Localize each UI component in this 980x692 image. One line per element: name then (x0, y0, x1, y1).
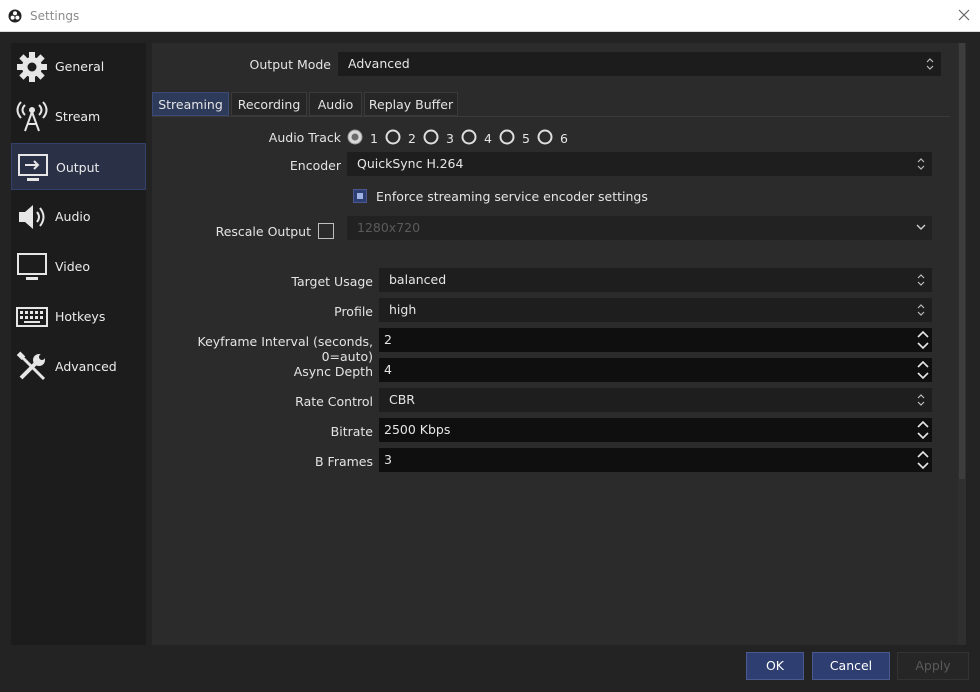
updown-arrow-icon (917, 274, 925, 286)
sidebar-item-output[interactable]: Output (11, 143, 146, 190)
async-depth-spinbox[interactable]: 4 (379, 358, 932, 382)
vertical-scrollbar[interactable] (958, 43, 966, 645)
radio-track-4[interactable] (461, 129, 477, 145)
spin-arrows-icon[interactable] (916, 330, 930, 350)
b-frames-spinbox[interactable]: 3 (379, 448, 932, 472)
antenna-icon (16, 101, 48, 132)
sidebar-item-general[interactable]: General (11, 43, 146, 90)
target-usage-label: Target Usage (291, 274, 373, 289)
gear-icon (17, 52, 47, 82)
target-usage-select[interactable]: balanced (379, 268, 932, 292)
radio-label-6: 6 (560, 131, 568, 146)
radio-label-2: 2 (408, 131, 416, 146)
async-depth-label: Async Depth (293, 364, 373, 379)
output-mode-label: Output Mode (249, 57, 331, 72)
spin-arrows-icon[interactable] (916, 360, 930, 380)
sidebar-item-label: General (55, 59, 105, 74)
tab-audio[interactable]: Audio (309, 92, 362, 116)
sidebar-item-label: Advanced (55, 359, 117, 374)
tools-icon (16, 351, 46, 381)
monitor-icon (17, 253, 47, 280)
speaker-icon (19, 205, 45, 229)
spin-arrows-icon[interactable] (916, 450, 930, 470)
tab-streaming[interactable]: Streaming (152, 92, 229, 116)
rate-control-value: CBR (389, 392, 415, 407)
tab-recording[interactable]: Recording (231, 92, 307, 116)
rate-control-select[interactable]: CBR (379, 388, 932, 412)
sidebar-item-label: Audio (55, 209, 91, 224)
bitrate-label: Bitrate (330, 424, 373, 439)
encoder-select[interactable]: QuickSync H.264 (347, 152, 932, 176)
sidebar-item-label: Stream (55, 109, 101, 124)
cancel-button[interactable]: Cancel (812, 652, 890, 680)
radio-track-5[interactable] (499, 129, 515, 145)
sidebar-item-label: Video (55, 259, 91, 274)
sidebar-item-audio[interactable]: Audio (11, 193, 146, 240)
bitrate-value: 2500 Kbps (384, 422, 451, 437)
output-mode-select[interactable]: Advanced (338, 52, 941, 76)
sidebar-item-stream[interactable]: Stream (11, 93, 146, 140)
chevron-down-icon (916, 224, 926, 230)
apply-button[interactable]: Apply (897, 652, 969, 680)
tab-divider (152, 116, 950, 117)
bitrate-spinbox[interactable]: 2500 Kbps (379, 418, 932, 442)
keyframe-interval-value: 2 (384, 332, 392, 347)
radio-label-5: 5 (522, 131, 530, 146)
title-bar: Settings (0, 0, 980, 32)
rescale-resolution-value: 1280x720 (357, 220, 421, 235)
spin-arrows-icon[interactable] (916, 420, 930, 440)
encoder-value: QuickSync H.264 (357, 156, 464, 171)
profile-value: high (389, 302, 417, 317)
window-title: Settings (30, 9, 80, 23)
async-depth-value: 4 (384, 362, 392, 377)
sidebar-item-video[interactable]: Video (11, 243, 146, 290)
radio-label-3: 3 (446, 131, 454, 146)
b-frames-label: B Frames (314, 454, 373, 469)
b-frames-value: 3 (384, 452, 392, 467)
updown-arrow-icon (917, 394, 925, 406)
settings-sidebar: General Stream Output Audio Video Hotkey… (11, 43, 146, 645)
audio-track-label: Audio Track (268, 130, 341, 145)
updown-arrow-icon (926, 58, 934, 70)
updown-arrow-icon (917, 158, 925, 170)
radio-track-2[interactable] (385, 129, 401, 145)
rescale-output-checkbox[interactable] (318, 223, 334, 239)
enforce-encoder-label: Enforce streaming service encoder settin… (376, 189, 648, 204)
radio-track-1[interactable] (347, 129, 363, 145)
keyframe-interval-spinbox[interactable]: 2 (379, 328, 932, 352)
tab-replay-buffer[interactable]: Replay Buffer (364, 92, 458, 116)
sidebar-item-hotkeys[interactable]: Hotkeys (11, 293, 146, 340)
obs-logo-icon (8, 9, 22, 23)
radio-track-6[interactable] (537, 129, 553, 145)
updown-arrow-icon (917, 304, 925, 316)
rescale-resolution-select[interactable]: 1280x720 (347, 216, 932, 240)
profile-label: Profile (334, 304, 373, 319)
radio-track-3[interactable] (423, 129, 439, 145)
keyboard-icon (16, 307, 48, 327)
enforce-encoder-checkbox[interactable] (353, 189, 367, 203)
encoder-label: Encoder (289, 158, 341, 173)
radio-label-1: 1 (370, 131, 378, 146)
profile-select[interactable]: high (379, 298, 932, 322)
target-usage-value: balanced (389, 272, 447, 287)
sidebar-item-label: Hotkeys (55, 309, 106, 324)
rate-control-label: Rate Control (295, 394, 373, 409)
rescale-output-label: Rescale Output (215, 224, 311, 239)
ok-button[interactable]: OK (746, 652, 804, 680)
monitor-output-icon (18, 154, 48, 181)
sidebar-item-label: Output (56, 160, 100, 175)
sidebar-item-advanced[interactable]: Advanced (11, 343, 146, 390)
output-mode-value: Advanced (348, 56, 410, 71)
scrollbar-thumb[interactable] (959, 43, 965, 479)
close-icon[interactable] (956, 7, 972, 23)
keyframe-interval-label: Keyframe Interval (seconds, 0=auto) (197, 334, 374, 364)
radio-label-4: 4 (484, 131, 492, 146)
